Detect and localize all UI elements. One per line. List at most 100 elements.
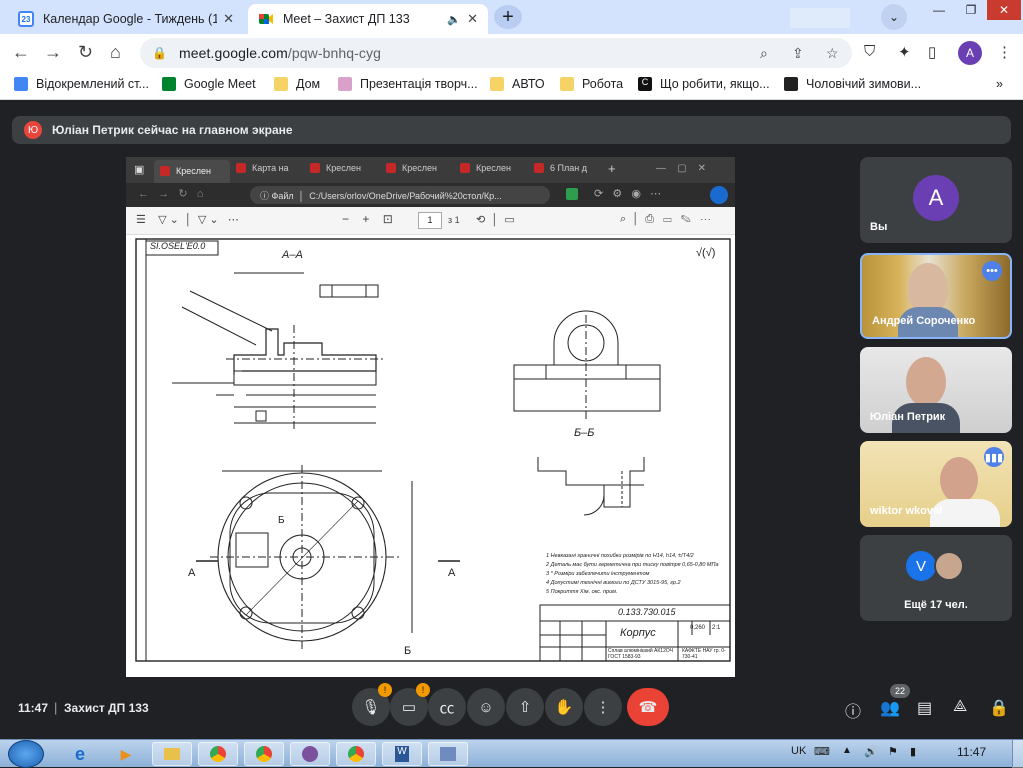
title-scale: 2:1	[712, 625, 721, 631]
tab-calendar[interactable]: 23 Календар Google - Тиждень (18 ✕	[8, 4, 244, 34]
bookmark-item[interactable]: Презентація творч...	[338, 77, 478, 91]
keyboard-icon[interactable]: ⌨	[814, 745, 830, 758]
minimize-icon[interactable]: —	[923, 0, 955, 20]
address-bar[interactable]: 🔒 meet.google.com/pqw-bnhq-cyg ⌕ ⇪ ☆	[140, 38, 852, 68]
shared-tab-title: Карта на	[252, 163, 289, 173]
participant-name: Ещё 17 чел.	[904, 599, 968, 611]
avatar: V	[906, 551, 936, 581]
extensions-puzzle-icon[interactable]: ✦	[898, 43, 911, 61]
participant-tile[interactable]: Юліан Петрик	[860, 347, 1012, 433]
language-indicator[interactable]: UK	[791, 745, 806, 757]
bookmark-item[interactable]: АВТО	[490, 77, 545, 91]
shared-tab-title: 6 План д	[550, 163, 587, 173]
forward-icon[interactable]: →	[44, 42, 62, 63]
close-icon[interactable]: ✕	[467, 11, 478, 27]
ie-icon[interactable]: e	[60, 742, 100, 766]
clock[interactable]: 11:47	[957, 745, 986, 759]
more-options-button[interactable]: ⋮	[584, 688, 622, 726]
title-code: 0.133.730.015	[618, 607, 676, 617]
folder-icon	[274, 77, 288, 91]
new-tab-button[interactable]: +	[494, 5, 522, 29]
participant-video	[908, 263, 948, 313]
sidebar-icon[interactable]: ▯	[928, 43, 936, 61]
avatar: A	[913, 175, 959, 221]
profile-avatar[interactable]: A	[958, 41, 982, 65]
flag-icon[interactable]: ⚑	[888, 745, 898, 758]
present-button[interactable]: ⇧	[506, 688, 544, 726]
bookmark-item[interactable]: Відокремлений ст...	[14, 77, 149, 91]
viber-icon[interactable]	[290, 742, 330, 766]
bookmark-label: Що робити, якщо...	[660, 77, 770, 91]
participant-tile[interactable]: ▮▮▮ wiktor wkoval	[860, 441, 1012, 527]
raise-hand-button[interactable]: ✋	[545, 688, 583, 726]
section-bb-label: Б–Б	[574, 427, 595, 439]
tab-search-icon[interactable]: ⌄	[881, 4, 907, 30]
tray-arrow-icon[interactable]: ▲	[842, 745, 852, 756]
url-host: meet.google.com	[178, 45, 288, 61]
participant-tile-more[interactable]: V Ещё 17 чел.	[860, 535, 1012, 621]
home-icon[interactable]: ⌂	[110, 42, 121, 63]
shared-tab-strip: ▣ Креслен Карта на Креслен Креслен Кресл…	[126, 157, 735, 183]
people-icon[interactable]: 👥	[880, 698, 900, 718]
emoji-button[interactable]: ☺	[467, 688, 505, 726]
captions-icon: ㏄	[439, 699, 455, 717]
volume-icon[interactable]: 🔊	[864, 745, 878, 758]
bookmark-item[interactable]: Робота	[560, 77, 623, 91]
tab-title: Meet – Захист ДП 133	[283, 12, 410, 26]
more-options-icon[interactable]: •••	[982, 261, 1002, 281]
speaker-icon[interactable]: 🔈	[447, 13, 461, 26]
close-icon[interactable]: ✕	[223, 11, 234, 27]
pdf-icon	[534, 163, 544, 173]
bookmark-label: Чоловічий зимови...	[806, 77, 922, 91]
title-name: Корпус	[620, 627, 656, 639]
host-controls-icon[interactable]: 🔒	[989, 698, 1009, 718]
captions-button[interactable]: ㏄	[428, 688, 466, 726]
bookmark-item[interactable]: Дом	[274, 77, 320, 91]
word-icon[interactable]: W	[382, 742, 422, 766]
page-current: 1	[418, 212, 442, 229]
restore-icon[interactable]: ❐	[955, 0, 987, 20]
participant-tile-speaker[interactable]: ••• Андрей Сороченко	[860, 253, 1012, 339]
title-org: КАФКТЕ НАУ гр. 0-730-41	[682, 648, 726, 660]
show-desktop-button[interactable]	[1012, 740, 1023, 768]
shared-tab: Креслен	[308, 163, 361, 173]
chat-icon[interactable]: ▤	[917, 698, 932, 718]
back-icon[interactable]: ←	[12, 42, 30, 63]
technical-notes: 1 Невказані граничні похибки розмірів по…	[546, 552, 732, 597]
chrome-icon[interactable]	[198, 742, 238, 766]
app-icon[interactable]	[428, 742, 468, 766]
bookmark-star-icon[interactable]: ☆	[826, 45, 839, 62]
people-count-badge: 22	[890, 684, 910, 698]
chrome-icon[interactable]	[336, 742, 376, 766]
bookmark-item[interactable]: Чоловічий зимови...	[784, 77, 921, 91]
section-aa-label: A–A	[282, 249, 303, 261]
network-icon[interactable]: ▮	[910, 745, 916, 758]
participant-tile-self[interactable]: A Вы	[860, 157, 1012, 243]
share-icon[interactable]: ⇪	[792, 45, 804, 62]
activities-icon[interactable]: ⟁	[953, 698, 967, 716]
zoom-icon[interactable]: ⌕	[760, 45, 768, 62]
menu-kebab-icon[interactable]: ⋮	[997, 43, 1012, 61]
tab-meet[interactable]: Meet – Захист ДП 133 🔈 ✕	[248, 4, 488, 34]
media-player-icon[interactable]: ▶	[106, 742, 146, 766]
participant-name: Вы	[870, 221, 888, 233]
file-path: C:/Users/orlov/OneDrive/Рабочий%20стол/К…	[309, 191, 502, 201]
bookmark-item[interactable]: Google Meet	[162, 77, 256, 91]
explorer-icon[interactable]	[152, 742, 192, 766]
lock-icon[interactable]: 🔒	[152, 46, 167, 60]
window-icon: ▣	[134, 164, 145, 176]
reload-icon[interactable]: ↻	[78, 42, 93, 63]
start-button[interactable]	[8, 740, 44, 768]
extension-shield-icon[interactable]: ⛉	[864, 43, 875, 60]
info-icon[interactable]: ⓘ	[845, 698, 861, 722]
calendar-icon: 23	[18, 11, 34, 27]
bookmark-item[interactable]: C Що робити, якщо...	[638, 77, 770, 91]
camera-button[interactable]: ▭!	[390, 683, 430, 726]
avatar-photo	[934, 551, 964, 581]
presenting-banner: Ю Юліан Петрик сейчас на главном экране	[12, 116, 1011, 144]
mic-button[interactable]: 🎙!	[352, 683, 392, 726]
chrome-icon[interactable]	[244, 742, 284, 766]
bookmarks-overflow[interactable]: »	[996, 77, 1003, 91]
window-close-icon[interactable]: ✕	[987, 0, 1021, 20]
leave-call-button[interactable]: ☎	[627, 688, 669, 726]
